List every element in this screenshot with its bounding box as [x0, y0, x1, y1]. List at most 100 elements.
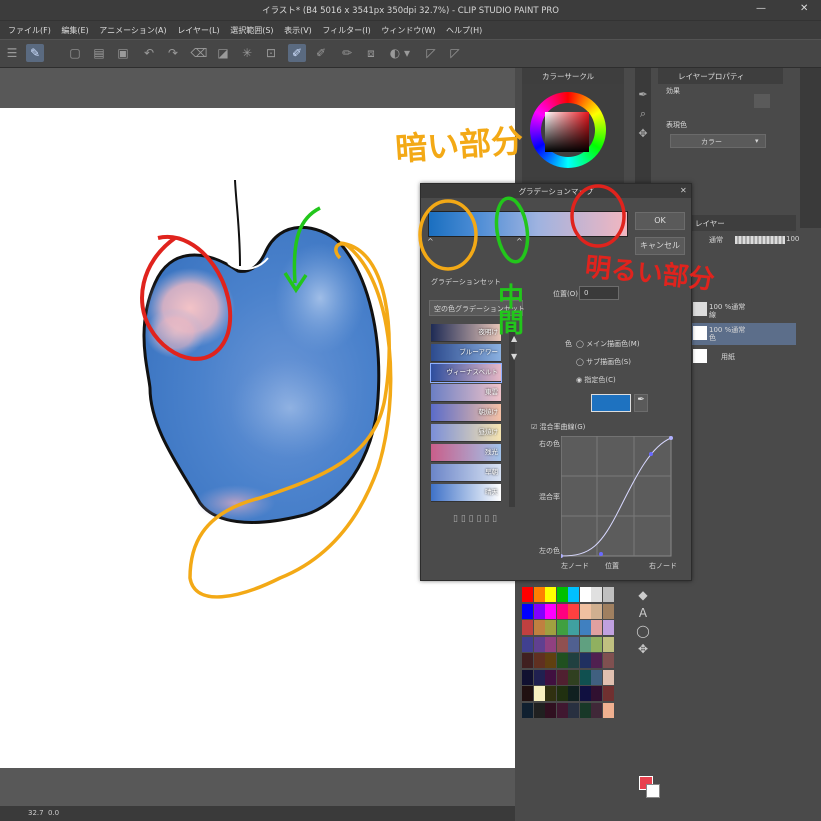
menu-edit[interactable]: 編集(E) — [61, 25, 88, 36]
gradient-preset-item[interactable]: ヴィーナスベルト — [430, 363, 502, 383]
palette-swatch[interactable] — [568, 636, 579, 652]
transform-icon[interactable]: ✳ — [238, 44, 256, 62]
node-mid-icon[interactable]: ^ — [516, 237, 523, 246]
specified-color-chip[interactable] — [591, 394, 631, 412]
layer-row-color[interactable]: 100 %通常 色 — [691, 323, 796, 345]
palette-swatch[interactable] — [522, 636, 533, 652]
expression-select[interactable]: カラー ▾ — [670, 134, 766, 148]
zoom-icon[interactable]: ⌕ — [635, 107, 651, 121]
fill-icon[interactable]: ◪ — [214, 44, 232, 62]
menu-animation[interactable]: アニメーション(A) — [99, 25, 166, 36]
palette-swatch[interactable] — [556, 686, 568, 701]
palette-swatch[interactable] — [545, 669, 556, 685]
palette-swatch[interactable] — [591, 669, 602, 685]
palette-swatch[interactable] — [591, 620, 602, 635]
curve-checkbox[interactable]: ☑ 混合率曲線(G) — [531, 422, 585, 432]
palette-swatch[interactable] — [522, 587, 533, 602]
palette-swatch[interactable] — [522, 702, 533, 718]
sub-color-chip[interactable] — [646, 784, 660, 798]
palette-swatch[interactable] — [556, 653, 568, 668]
palette-swatch[interactable] — [568, 653, 579, 668]
palette-swatch[interactable] — [533, 620, 545, 635]
palette-swatch[interactable] — [556, 587, 568, 602]
palette-swatch[interactable] — [568, 603, 579, 619]
palette-swatch[interactable] — [522, 603, 533, 619]
menu-selection[interactable]: 選択範囲(S) — [230, 25, 273, 36]
palette-swatch[interactable] — [545, 587, 556, 602]
blend-curve-graph[interactable] — [561, 436, 673, 558]
balloon-icon[interactable]: ◯ — [635, 624, 651, 638]
crop-icon[interactable]: ⊡ — [262, 44, 280, 62]
palette-swatch[interactable] — [579, 669, 591, 685]
opacity-value[interactable]: 100 — [786, 235, 799, 243]
palette-swatch[interactable] — [545, 702, 556, 718]
palette-swatch[interactable] — [568, 702, 579, 718]
radio-specified-color[interactable]: ◉ 指定色(C) — [576, 375, 616, 385]
palette-swatch[interactable] — [533, 636, 545, 652]
palette-swatch[interactable] — [568, 587, 579, 602]
new-file-icon[interactable]: ▢ — [66, 44, 84, 62]
palette-swatch[interactable] — [602, 587, 614, 602]
palette-swatch[interactable] — [568, 686, 579, 701]
ok-button[interactable]: OK — [635, 212, 685, 230]
radio-sub-color[interactable]: ◯ サブ描画色(S) — [576, 357, 631, 367]
layer-row-line[interactable]: 100 %通常 線 — [691, 300, 796, 322]
palette-swatch[interactable] — [533, 587, 545, 602]
chevron-down-icon[interactable]: ▾ — [402, 44, 412, 62]
palette-swatch[interactable] — [602, 702, 614, 718]
operation-icon[interactable]: ✥ — [635, 642, 651, 656]
pen-alt-icon[interactable]: ✐ — [312, 44, 330, 62]
palette-swatch[interactable] — [522, 686, 533, 701]
brush-icon[interactable]: ✎ — [26, 44, 44, 62]
palette-swatch[interactable] — [579, 587, 591, 602]
palette-swatch[interactable] — [533, 686, 545, 701]
open-file-icon[interactable]: ▤ — [90, 44, 108, 62]
radio-main-color[interactable]: ◯ メイン描画色(M) — [576, 339, 640, 349]
palette-swatch[interactable] — [533, 603, 545, 619]
menu-file[interactable]: ファイル(F) — [8, 25, 51, 36]
palette-swatch[interactable] — [579, 702, 591, 718]
palette-swatch[interactable] — [522, 669, 533, 685]
node-left-icon[interactable]: ^ — [427, 237, 434, 246]
palette-swatch[interactable] — [602, 686, 614, 701]
minimize-button[interactable]: — — [756, 3, 766, 14]
palette-swatch[interactable] — [545, 620, 556, 635]
menu-filter[interactable]: フィルター(I) — [322, 25, 370, 36]
gradient-preset-item[interactable]: ブルーアワー — [431, 344, 501, 362]
gradient-preset-item[interactable]: 晴天 — [431, 484, 501, 502]
gradient-preset-item[interactable]: 早朝 — [431, 464, 501, 482]
gradient-preset-item[interactable]: 昼焼け — [431, 424, 501, 442]
close-button[interactable]: ✕ — [800, 3, 808, 14]
gradient-preset-item[interactable]: 残光 — [431, 444, 501, 462]
eyedropper-icon[interactable]: ✒ — [634, 394, 648, 412]
palette-swatch[interactable] — [591, 603, 602, 619]
palette-swatch[interactable] — [591, 653, 602, 668]
menu-window[interactable]: ウィンドウ(W) — [381, 25, 435, 36]
effect-toggle[interactable] — [754, 94, 770, 108]
palette-swatch[interactable] — [602, 620, 614, 635]
palette-swatch[interactable] — [568, 620, 579, 635]
palette-swatch[interactable] — [556, 702, 568, 718]
menu-help[interactable]: ヘルプ(H) — [446, 25, 482, 36]
zoom-value[interactable]: 32.7 — [28, 809, 44, 817]
menu-icon[interactable]: ☰ — [3, 44, 21, 62]
gradient-preset-item[interactable]: 朝焼け — [431, 404, 501, 422]
palette-swatch[interactable] — [591, 636, 602, 652]
text-tool-icon[interactable]: A — [635, 606, 651, 620]
palette-swatch[interactable] — [545, 653, 556, 668]
gradient-preset-item[interactable]: 夜明け — [431, 324, 501, 342]
eyedropper-icon[interactable]: ✒ — [635, 88, 651, 101]
position-input[interactable]: 0 — [579, 286, 619, 300]
ruler-icon[interactable]: ◸ — [422, 44, 440, 62]
palette-swatch[interactable] — [579, 636, 591, 652]
preset-actions-icon[interactable]: ▯ ▯ ▯ ▯ ▯ ▯ — [453, 514, 497, 524]
palette-swatch[interactable] — [545, 636, 556, 652]
dialog-close-icon[interactable]: ✕ — [680, 186, 687, 195]
palette-swatch[interactable] — [533, 653, 545, 668]
palette-swatch[interactable] — [579, 620, 591, 635]
save-icon[interactable]: ▣ — [114, 44, 132, 62]
palette-swatch[interactable] — [533, 702, 545, 718]
menu-layer[interactable]: レイヤー(L) — [177, 25, 219, 36]
palette-swatch[interactable] — [602, 603, 614, 619]
palette-swatch[interactable] — [602, 653, 614, 668]
